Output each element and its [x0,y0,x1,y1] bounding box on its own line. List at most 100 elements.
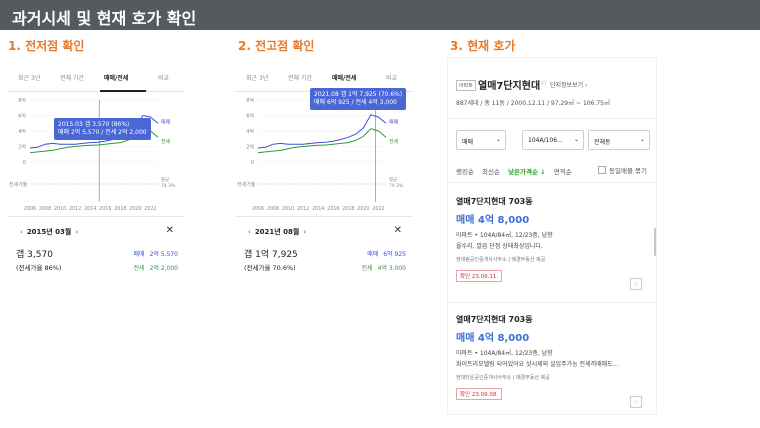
jeonse-key: 전세 [361,265,373,272]
sale-price-row: 매매 6억 925 [367,249,406,258]
sale-value: 2억 5,570 [149,251,178,258]
building-value: 전체동 [594,139,611,146]
x-tick-label: 2014 [312,206,324,212]
close-icon[interactable]: ✕ [166,225,174,236]
prev-month-button[interactable]: ‹ [20,228,23,236]
chevron-down-icon: ⌄ [639,136,645,143]
favorite-icon[interactable]: ☆ [630,396,642,408]
listing-confirm-date: 확인 23.09.11. [456,270,503,282]
sort-options: 랭킹순 최신순 낮은가격순 ↓ 면적순 [456,166,578,176]
x-tick-label: 2006 [252,206,264,212]
chevron-down-icon: ⌄ [573,136,579,143]
gap-value: 1억 7,925 [255,250,298,260]
sort-lowest-price[interactable]: 낮은가격순 ↓ [508,168,546,176]
page-title: 과거시세 및 현재 호가 확인 [12,9,197,28]
x-tick-label: 2018 [114,206,126,212]
x-tick-label: 2020 [129,206,141,212]
selected-month-detail: ‹ 2015년 03월 › ✕ 갭 3,570 (전세가율 86%) 매매 2억 5,… [8,216,184,276]
listing-agent: 현대림공인중개사사무소 | 매경부동산 제공 [456,257,546,263]
sort-area[interactable]: 면적순 [554,168,572,176]
next-month-button[interactable]: › [75,228,78,236]
gap-amount: 갭 3,570 [16,247,53,260]
close-icon[interactable]: ✕ [394,225,402,236]
x-tick-label: 2012 [297,206,309,212]
sort-ranking[interactable]: 랭킹순 [456,168,474,176]
price-chart[interactable]: 8억 6억 4억 2억 0 매매전세전세가율 평균74.3% 2006 2008 2010 2012… [8,92,184,216]
price-chart[interactable]: 8억 6억 4억 2억 0 매매전세전세가율 평균74.3% 2006 2008 2010 2012… [236,92,412,216]
tab-compare[interactable]: 비교 [158,73,169,82]
group-same-listing-toggle[interactable]: 동일매물 묶기 [598,165,647,175]
y-tick-label: 4억 [246,128,254,135]
favorite-icon[interactable]: ☆ [630,278,642,290]
jeonse-key: 전세 [133,265,145,272]
listing-agent: 현대타운공인중개사사무소 | 매경부동산 제공 [456,375,550,381]
checkbox[interactable] [598,166,606,174]
jeonse-value: 2억 2,000 [149,265,178,272]
gap-value: 3,570 [27,250,53,260]
listing-item[interactable]: 열매7단지현대 703동 매매 4억 8,000 아파트 • 104A/84㎡,… [456,196,648,290]
ratio-axis-label: 전세가율 [9,181,28,188]
prev-month-button[interactable]: ‹ [248,228,251,236]
listing-description: 화이트리모델링 되어있어요 샷시제외 실입주가능 전세끼때매도... [456,361,619,368]
section-title-current: 3. 현재 호가 [450,39,516,53]
gap-amount: 갭 1억 7,925 [244,247,298,260]
gap-label: 갭 [244,250,253,260]
complex-info-label: 단지정보보기 [550,82,584,89]
listing-spec: 아파트 • 104A/84㎡, 12/23층, 남향 [456,232,553,239]
y-tick-label: 8억 [246,97,254,104]
listing-spec: 아파트 • 104A/84㎡, 12/23층, 남향 [456,350,553,357]
tab-sale-jeonse[interactable]: 매매/전세 [104,73,128,82]
x-tick-label: 2006 [24,206,36,212]
tab-all-period[interactable]: 전체 기간 [60,73,84,82]
jeonse-price-row: 전세 4억 3,000 [362,263,406,272]
star-icon[interactable]: ☆ [540,78,548,88]
listing-confirm-date: 확인 23.09.08. [456,388,503,400]
area-type-select[interactable]: 104A/106... ⌄ [522,130,584,150]
x-tick-label: 2008 [267,206,279,212]
month-navigator: ‹ 2021년 08월 › [244,227,310,237]
chart-tabs: 최근 3년 전체 기간 매매/전세 비교 [8,70,184,92]
building-select[interactable]: 전체동 ⌄ [588,130,650,150]
jeonse-ratio: (전세가율 86%) [16,264,62,272]
ratio-axis-label: 전세가율 [237,181,256,188]
title-bar: 과거시세 및 현재 호가 확인 [0,0,760,30]
sale-key: 매매 [367,251,379,258]
divider [448,118,656,119]
scrollbar[interactable] [654,228,656,256]
price-chart-panel-low: 최근 3년 전체 기간 매매/전세 비교 8억 6억 4억 2억 0 매매 전세 전세가율 평균… [8,62,184,276]
y-tick-label: 2억 [246,144,254,151]
tab-recent-3y[interactable]: 최근 3년 [18,73,40,82]
section-title-high: 2. 전고점 확인 [238,39,315,53]
x-tick-label: 2010 [54,206,66,212]
average-label: 평균 [161,176,169,183]
tab-all-period[interactable]: 전체 기간 [288,73,312,82]
section-title-low: 1. 전저점 확인 [8,39,85,53]
listing-panel: 아파트 열매7단지현대 ☆ 단지정보보기 › 887세대 / 총 11동 / 2… [448,58,656,414]
sale-series-label: 매매 [389,118,399,125]
x-tick-label: 2008 [39,206,51,212]
sale-value: 6억 925 [383,251,406,258]
sale-key: 매매 [133,251,145,258]
x-tick-label: 2018 [342,206,354,212]
gap-label: 갭 [16,250,25,260]
x-tick-label: 2012 [69,206,81,212]
area-type-value: 104A/106... [528,137,563,144]
jeonse-value: 4억 3,000 [377,265,406,272]
next-month-button[interactable]: › [303,228,306,236]
x-tick-label: 2014 [84,206,96,212]
sort-latest[interactable]: 최신순 [482,168,500,176]
chart-tooltip: 2021.08 갭 1억 7,925 (70.6%) 매매 6억 925 / 전… [310,88,407,110]
jeonse-series-label: 전세 [389,138,399,145]
deal-type-select[interactable]: 매매 ⌄ [456,130,506,150]
x-tick-label: 2016 [327,206,339,212]
listing-item[interactable]: 열매7단지현대 703동 매매 4억 8,000 아파트 • 104A/84㎡,… [456,314,648,408]
divider [448,182,656,183]
tab-sale-jeonse[interactable]: 매매/전세 [332,73,356,82]
tooltip-line-prices: 매매 2억 5,570 / 전세 2억 2,000 [58,129,147,136]
complex-info-link[interactable]: 단지정보보기 › [550,80,587,89]
tab-compare[interactable]: 비교 [386,73,397,82]
tab-recent-3y[interactable]: 최근 3년 [246,73,268,82]
tooltip-line-gap: 2015.03 갭 3,570 (86%) [58,121,130,128]
listing-description: 올수리, 깔끔 단정 상태최상입니다. [456,243,543,250]
sale-price-line [257,114,387,149]
